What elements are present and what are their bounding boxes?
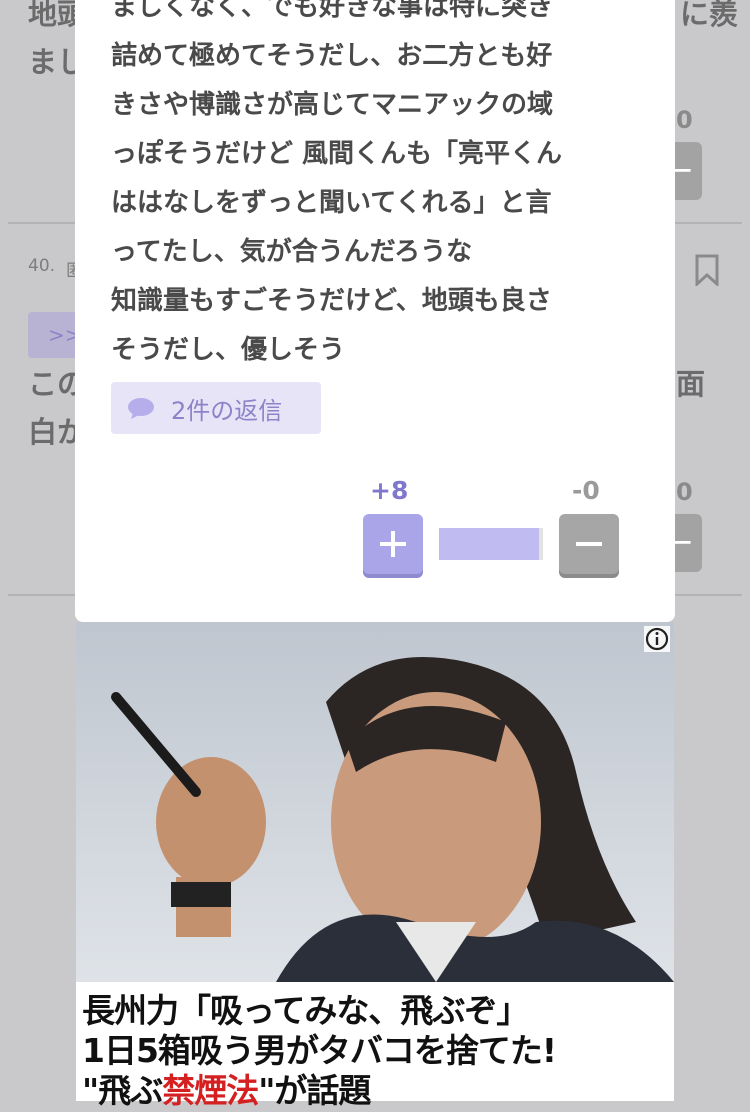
bg-post-line-right: に羨 [680,0,739,31]
bg-vote-count: 0 [676,106,693,134]
vote-ratio-bar-minus [539,528,543,560]
info-icon[interactable] [644,626,670,652]
comment-popup: ましくなく、でも好きな事は特に突き 詰めて極めてそうだし、お二方とも好 きさや博… [75,0,675,622]
ad-caption-highlight: 禁煙法 [162,1071,259,1110]
comment-number: 40. [28,256,56,276]
plus-count: +8 [370,476,409,505]
replies-button[interactable]: 2件の返信 [111,382,321,434]
ad-caption-line-3a: "飛ぶ [82,1071,163,1110]
bookmark-icon[interactable] [694,254,720,286]
comment-body: ましくなく、でも好きな事は特に突き 詰めて極めてそうだし、お二方とも好 きさや博… [111,0,563,365]
cigarette-man-photo [76,622,674,982]
plus-vote-button[interactable] [363,514,423,574]
ad-image[interactable] [76,622,674,982]
bg-body-line-right: 面 [676,367,706,401]
bg-vote-count-2: 0 [676,478,693,506]
vote-ratio-bar [439,528,543,560]
minus-count: -0 [572,476,600,505]
minus-vote-button[interactable] [559,514,619,574]
minus-icon [576,542,602,546]
ad-caption-line-3: "飛ぶ禁煙法"が話題 [82,1064,371,1112]
ad-caption[interactable]: 長州力「吸ってみな、飛ぶぞ」 1日5箱吸う男がタバコを捨てた! "飛ぶ禁煙法"が… [76,982,674,1110]
ad-caption-line-3b: "が話題 [258,1071,371,1110]
replies-label: 2件の返信 [171,396,283,425]
plus-icon [380,531,406,557]
speech-bubble-icon [128,398,154,419]
